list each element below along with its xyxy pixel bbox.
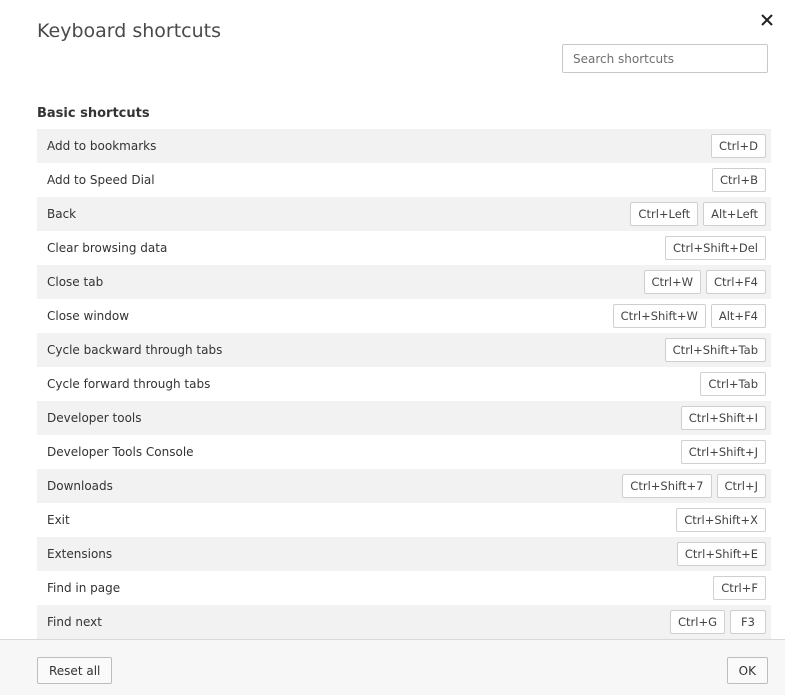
shortcut-key-binding[interactable]: Ctrl+F: [713, 576, 766, 600]
shortcut-keys: Ctrl+W Ctrl+F4: [643, 270, 766, 294]
shortcut-label: Cycle forward through tabs: [47, 377, 211, 391]
shortcut-key-binding[interactable]: Ctrl+Left: [630, 202, 699, 226]
shortcut-label: Cycle backward through tabs: [47, 343, 223, 357]
shortcut-list: Add to bookmarks Ctrl+D Add to Speed Dial C…: [37, 129, 771, 639]
shortcut-label: Find next: [47, 615, 102, 629]
shortcut-key-binding[interactable]: Ctrl+Shift+Tab: [664, 338, 766, 362]
keyboard-shortcuts-dialog: Keyboard shortcuts Basic shortcuts Add t…: [0, 0, 785, 695]
shortcut-keys: Ctrl+Shift+W Alt+F4: [612, 304, 766, 328]
shortcut-key-binding[interactable]: Ctrl+Shift+W: [612, 304, 706, 328]
shortcut-keys: Ctrl+Shift+Tab: [664, 338, 766, 362]
shortcut-key-binding[interactable]: Ctrl+Shift+J: [680, 440, 766, 464]
shortcut-key-binding[interactable]: Ctrl+Shift+X: [676, 508, 766, 532]
shortcut-key-binding[interactable]: Ctrl+Shift+I: [680, 406, 766, 430]
shortcut-label: Extensions: [47, 547, 113, 561]
shortcut-row: Extensions Ctrl+Shift+E: [37, 537, 771, 571]
shortcut-keys: Ctrl+D: [711, 134, 766, 158]
shortcut-label: Add to bookmarks: [47, 139, 157, 153]
shortcut-row: Cycle backward through tabs Ctrl+Shift+Ta…: [37, 333, 771, 367]
shortcut-key-binding[interactable]: Ctrl+G: [669, 610, 725, 634]
dialog-footer: Reset all OK: [0, 639, 785, 695]
shortcut-label: Back: [47, 207, 77, 221]
shortcut-label: Downloads: [47, 479, 113, 493]
shortcut-key-binding[interactable]: Ctrl+W: [643, 270, 701, 294]
shortcut-key-binding[interactable]: Ctrl+Shift+Del: [665, 236, 766, 260]
shortcut-keys: Ctrl+Shift+7 Ctrl+J: [622, 474, 766, 498]
shortcut-row: Downloads Ctrl+Shift+7 Ctrl+J: [37, 469, 771, 503]
shortcut-key-binding[interactable]: Alt+F4: [710, 304, 766, 328]
shortcut-keys: Ctrl+Shift+J: [680, 440, 766, 464]
shortcut-label: Developer Tools Console: [47, 445, 194, 459]
shortcut-keys: Ctrl+Shift+X: [676, 508, 766, 532]
shortcut-keys: Ctrl+Shift+Del: [665, 236, 766, 260]
shortcut-key-binding[interactable]: Ctrl+B: [712, 168, 766, 192]
shortcut-key-binding[interactable]: Ctrl+D: [711, 134, 766, 158]
ok-button[interactable]: OK: [726, 657, 768, 684]
shortcut-key-binding[interactable]: Alt+Left: [703, 202, 766, 226]
shortcut-row: Developer Tools Console Ctrl+Shift+J: [37, 435, 771, 469]
shortcut-keys: Ctrl+B: [712, 168, 766, 192]
dialog-title: Keyboard shortcuts: [37, 20, 222, 42]
shortcut-key-binding[interactable]: Ctrl+F4: [705, 270, 766, 294]
shortcut-label: Developer tools: [47, 411, 142, 425]
shortcut-keys: Ctrl+Shift+I: [680, 406, 766, 430]
shortcut-row: Close window Ctrl+Shift+W Alt+F4: [37, 299, 771, 333]
shortcut-row: Back Ctrl+Left Alt+Left: [37, 197, 771, 231]
shortcut-label: Close tab: [47, 275, 104, 289]
search-shortcuts-input[interactable]: [562, 44, 768, 73]
shortcut-keys: Ctrl+Left Alt+Left: [630, 202, 766, 226]
shortcut-row: Add to bookmarks Ctrl+D: [37, 129, 771, 163]
shortcut-key-binding[interactable]: Ctrl+Shift+7: [622, 474, 712, 498]
shortcut-key-binding[interactable]: F3: [730, 610, 766, 634]
shortcut-row: Developer tools Ctrl+Shift+I: [37, 401, 771, 435]
shortcut-label: Exit: [47, 513, 70, 527]
shortcut-key-binding[interactable]: Ctrl+Tab: [700, 372, 766, 396]
close-button[interactable]: [753, 6, 781, 34]
shortcut-row: Add to Speed Dial Ctrl+B: [37, 163, 771, 197]
shortcut-row: Close tab Ctrl+W Ctrl+F4: [37, 265, 771, 299]
reset-all-button[interactable]: Reset all: [37, 657, 113, 684]
shortcut-label: Close window: [47, 309, 130, 323]
shortcut-key-binding[interactable]: Ctrl+Shift+E: [676, 542, 766, 566]
close-icon: [761, 14, 773, 26]
shortcut-row: Exit Ctrl+Shift+X: [37, 503, 771, 537]
shortcut-label: Find in page: [47, 581, 121, 595]
shortcut-label: Add to Speed Dial: [47, 173, 155, 187]
shortcut-row: Clear browsing data Ctrl+Shift+Del: [37, 231, 771, 265]
shortcut-row: Find next Ctrl+G F3: [37, 605, 771, 639]
shortcut-row: Find in page Ctrl+F: [37, 571, 771, 605]
shortcut-row: Cycle forward through tabs Ctrl+Tab: [37, 367, 771, 401]
shortcut-key-binding[interactable]: Ctrl+J: [716, 474, 766, 498]
shortcut-keys: Ctrl+Shift+E: [676, 542, 766, 566]
shortcut-keys: Ctrl+Tab: [700, 372, 766, 396]
shortcut-keys: Ctrl+F: [713, 576, 766, 600]
shortcut-keys: Ctrl+G F3: [669, 610, 766, 634]
section-title: Basic shortcuts: [37, 106, 150, 121]
shortcut-label: Clear browsing data: [47, 241, 168, 255]
